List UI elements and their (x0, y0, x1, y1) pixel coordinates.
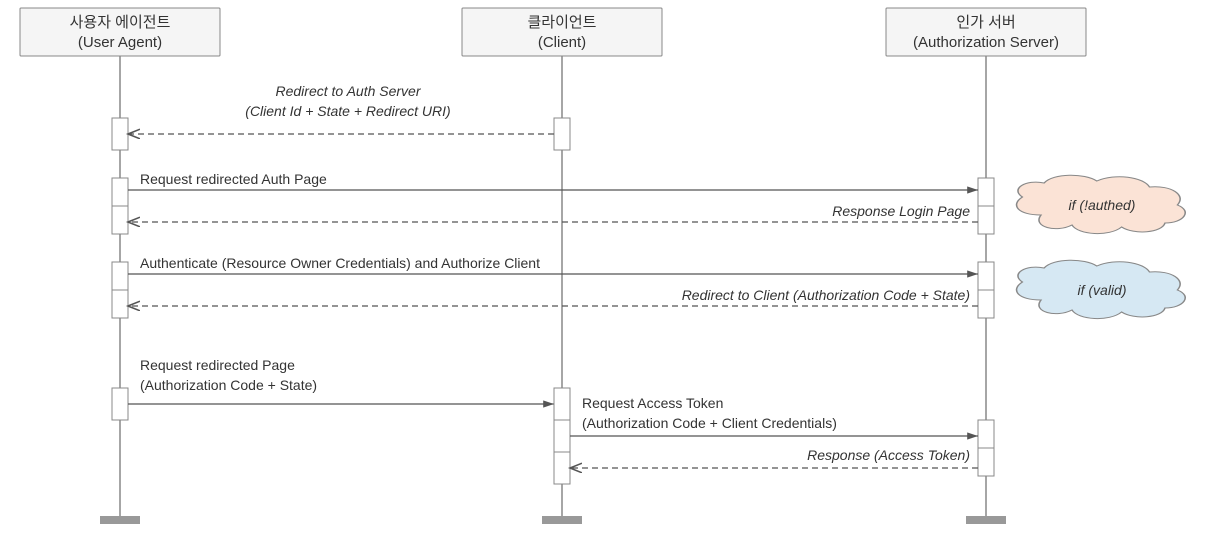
actor-client: 클라이언트 (Client) (462, 8, 662, 56)
actor-as-kr: 인가 서버 (956, 14, 1015, 31)
sequence-diagram: 사용자 에이전트 (User Agent) 클라이언트 (Client) 인가 … (0, 0, 1231, 540)
actor-ua-kr: 사용자 에이전트 (70, 14, 171, 31)
note1-text: if (!authed) (1069, 197, 1136, 213)
lifeline-foot-cl (542, 516, 582, 524)
activation-ua-1 (112, 118, 128, 150)
activation-cl-2 (554, 388, 570, 484)
actor-cl-en: (Client) (538, 34, 586, 51)
msg2-label: Request redirected Auth Page (140, 171, 327, 187)
actor-cl-kr: 클라이언트 (527, 14, 596, 31)
msg1-line1: Redirect to Auth Server (276, 83, 422, 99)
msg8-label: Response (Access Token) (807, 447, 970, 463)
actor-auth-server: 인가 서버 (Authorization Server) (886, 8, 1086, 56)
msg5-label: Redirect to Client (Authorization Code +… (682, 287, 970, 303)
note2-text: if (valid) (1077, 282, 1126, 298)
msg1-line2: (Client Id + State + Redirect URI) (245, 103, 450, 119)
activation-ua-4 (112, 388, 128, 420)
msg3-label: Response Login Page (832, 203, 970, 219)
lifeline-foot-ua (100, 516, 140, 524)
msg6-line2: (Authorization Code + State) (140, 377, 317, 393)
actor-ua-en: (User Agent) (78, 34, 162, 51)
msg7-line2: (Authorization Code + Client Credentials… (582, 415, 837, 431)
msg4-label: Authenticate (Resource Owner Credentials… (140, 255, 540, 271)
actor-as-en: (Authorization Server) (913, 34, 1059, 51)
actor-user-agent: 사용자 에이전트 (User Agent) (20, 8, 220, 56)
msg7-line1: Request Access Token (582, 395, 723, 411)
msg6-line1: Request redirected Page (140, 357, 295, 373)
activation-cl-1 (554, 118, 570, 150)
lifeline-foot-as (966, 516, 1006, 524)
